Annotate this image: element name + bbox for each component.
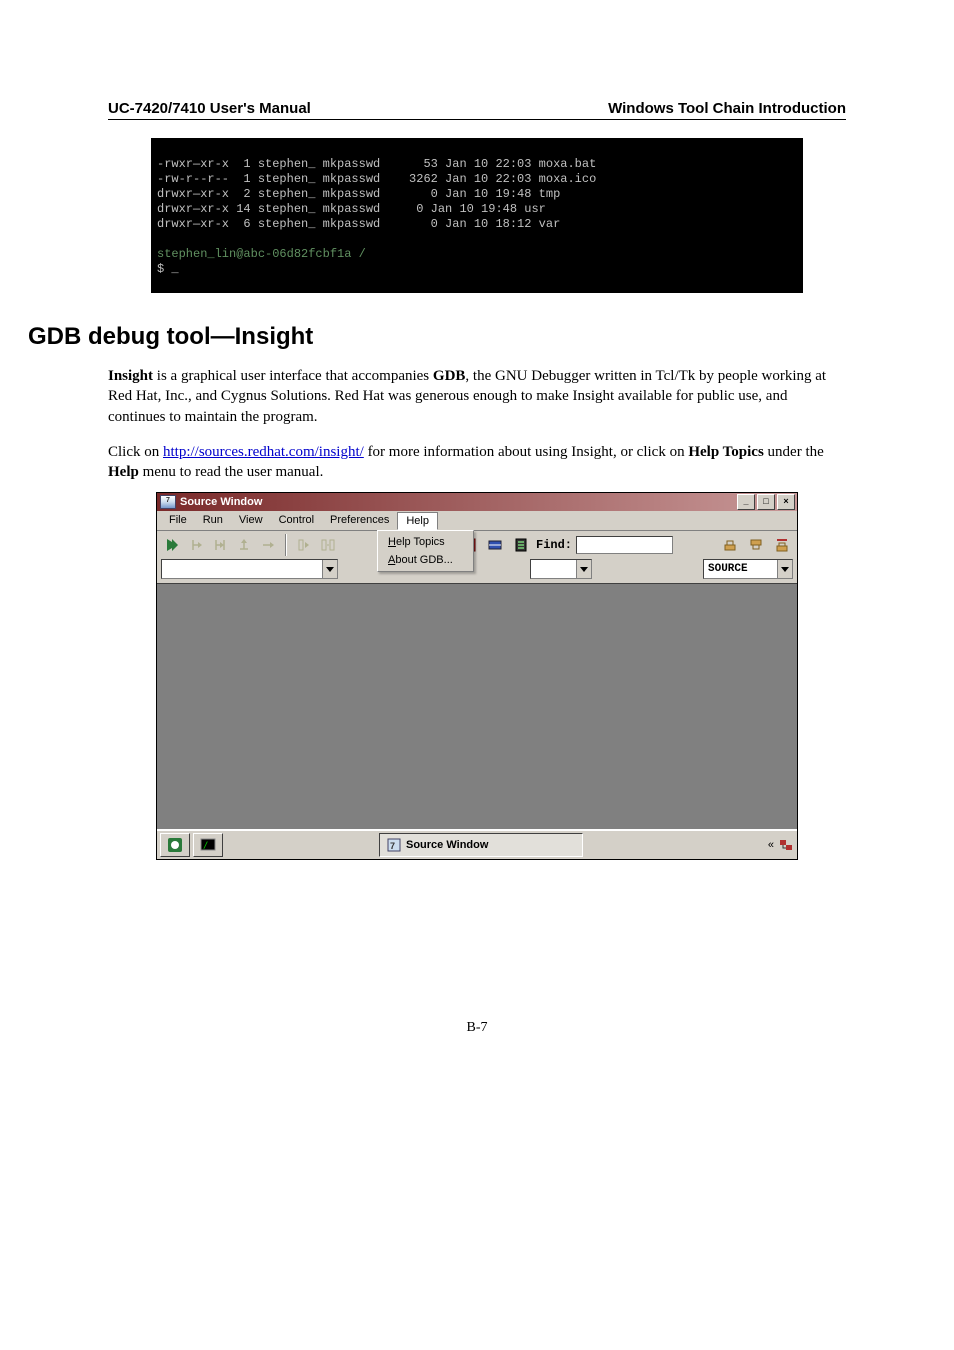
asm-step-icon[interactable] bbox=[293, 534, 315, 556]
maximize-button[interactable]: □ bbox=[757, 494, 775, 510]
insight-link[interactable]: http://sources.redhat.com/insight/ bbox=[163, 444, 364, 460]
svg-text:/: / bbox=[203, 841, 208, 851]
menu-run[interactable]: Run bbox=[195, 512, 231, 529]
tray-chevron[interactable]: « bbox=[768, 839, 774, 851]
up-frame-icon[interactable] bbox=[745, 534, 767, 556]
source-label: SOURCE bbox=[708, 563, 748, 575]
paragraph-2: Click on http://sources.redhat.com/insig… bbox=[108, 442, 846, 483]
titlebar: 7 Source Window _ □ × bbox=[157, 493, 797, 511]
close-button[interactable]: × bbox=[777, 494, 795, 510]
down-frame-icon[interactable] bbox=[719, 534, 741, 556]
menu-control[interactable]: Control bbox=[271, 512, 322, 529]
section-heading: GDB debug tool—Insight bbox=[28, 323, 846, 351]
minimize-button[interactable]: _ bbox=[737, 494, 755, 510]
paragraph-1: Insight is a graphical user interface th… bbox=[108, 366, 846, 427]
find-label: Find: bbox=[536, 538, 572, 552]
page-number: B-7 bbox=[108, 860, 846, 1036]
find-input[interactable] bbox=[576, 536, 673, 554]
menubar: File Run View Control Preferences Help bbox=[157, 511, 797, 531]
svg-text:7: 7 bbox=[390, 841, 395, 851]
terminal-icon: / bbox=[200, 837, 216, 853]
menu-file[interactable]: File bbox=[161, 512, 195, 529]
mode-combo[interactable]: SOURCE bbox=[703, 559, 793, 579]
continue-icon[interactable] bbox=[257, 534, 279, 556]
bottom-frame-icon[interactable] bbox=[771, 534, 793, 556]
header-left: UC-7420/7410 User's Manual bbox=[108, 100, 311, 117]
toolbar: Help Topics About GDB... bbox=[157, 531, 797, 559]
memory-icon[interactable] bbox=[484, 534, 506, 556]
app-taskbar-icon: 7 bbox=[386, 837, 402, 853]
menu-help[interactable]: Help bbox=[397, 512, 438, 530]
stack-icon[interactable] bbox=[510, 534, 532, 556]
function-combo[interactable] bbox=[530, 559, 592, 579]
app-window: 7 Source Window _ □ × File Run View Cont… bbox=[156, 492, 798, 860]
source-area bbox=[157, 583, 797, 829]
taskbar: / 7 Source Window « bbox=[157, 829, 797, 859]
step-icon[interactable] bbox=[185, 534, 207, 556]
quicklaunch-button[interactable]: / bbox=[193, 833, 223, 857]
next-icon[interactable] bbox=[209, 534, 231, 556]
about-gdb-item[interactable]: About GDB... bbox=[378, 551, 473, 569]
taskbar-item-label: Source Window bbox=[406, 839, 488, 851]
taskbar-source-window[interactable]: 7 Source Window bbox=[379, 833, 583, 857]
app-icon: 7 bbox=[160, 495, 176, 509]
terminal-output: -rwxr—xr-x 1 stephen_ mkpasswd 53 Jan 10… bbox=[151, 138, 803, 293]
run-icon[interactable] bbox=[161, 534, 183, 556]
finish-icon[interactable] bbox=[233, 534, 255, 556]
start-icon bbox=[167, 837, 183, 853]
tray-network-icon[interactable] bbox=[778, 837, 794, 853]
file-combo[interactable] bbox=[161, 559, 338, 579]
header-right: Windows Tool Chain Introduction bbox=[608, 100, 846, 117]
menu-preferences[interactable]: Preferences bbox=[322, 512, 397, 529]
asm-next-icon[interactable] bbox=[317, 534, 339, 556]
window-title: Source Window bbox=[180, 496, 262, 508]
help-dropdown: Help Topics About GDB... bbox=[377, 530, 474, 572]
toolbar-separator bbox=[285, 534, 287, 556]
menu-view[interactable]: View bbox=[231, 512, 271, 529]
start-button[interactable] bbox=[160, 833, 190, 857]
help-topics-item[interactable]: Help Topics bbox=[378, 533, 473, 551]
